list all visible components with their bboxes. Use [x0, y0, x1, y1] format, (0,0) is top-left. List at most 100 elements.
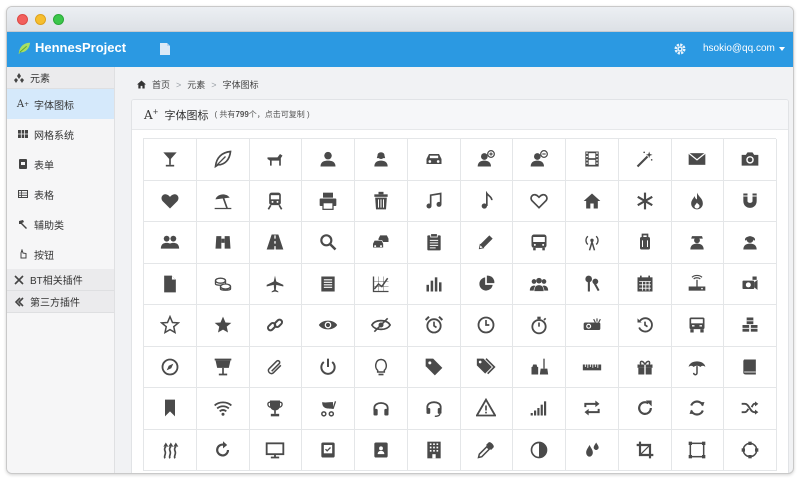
icon-cell[interactable] [513, 429, 566, 471]
icon-cell[interactable] [196, 388, 250, 430]
icon-cell[interactable] [618, 263, 672, 305]
icon-cell[interactable] [249, 346, 303, 388]
icon-cell[interactable] [566, 180, 619, 222]
icon-cell[interactable] [144, 222, 197, 264]
icon-cell[interactable] [144, 429, 197, 471]
icon-cell[interactable] [460, 180, 514, 222]
icon-cell[interactable] [302, 139, 355, 181]
icon-cell[interactable] [196, 305, 250, 347]
icon-cell[interactable] [671, 139, 725, 181]
icon-cell[interactable] [618, 305, 672, 347]
sidebar-item-helpers[interactable]: 辅助类 [7, 209, 114, 239]
icon-cell[interactable] [566, 346, 619, 388]
icon-cell[interactable] [671, 429, 725, 471]
icon-cell[interactable] [355, 180, 408, 222]
icon-cell[interactable] [724, 388, 777, 430]
icon-cell[interactable] [249, 180, 303, 222]
icon-cell[interactable] [249, 429, 303, 471]
icon-cell[interactable] [302, 429, 355, 471]
sidebar-item-buttons[interactable]: 按钮 [7, 239, 114, 269]
icon-cell[interactable] [671, 180, 725, 222]
icon-cell[interactable] [249, 305, 303, 347]
icon-cell[interactable] [566, 429, 619, 471]
icon-cell[interactable] [513, 139, 566, 181]
sidebar-group-elements[interactable]: 元素 [7, 67, 114, 89]
icon-cell[interactable] [249, 139, 303, 181]
icon-cell[interactable] [566, 222, 619, 264]
icon-cell[interactable] [196, 346, 250, 388]
close-window-button[interactable] [17, 14, 28, 25]
icon-cell[interactable] [460, 305, 514, 347]
icon-cell[interactable] [355, 305, 408, 347]
icon-cell[interactable] [144, 263, 197, 305]
icon-cell[interactable] [196, 180, 250, 222]
icon-cell[interactable] [460, 346, 514, 388]
icon-cell[interactable] [513, 263, 566, 305]
icon-cell[interactable] [724, 305, 777, 347]
icon-cell[interactable] [407, 429, 461, 471]
breadcrumb-elements[interactable]: 元素 [187, 78, 205, 91]
icon-cell[interactable] [302, 305, 355, 347]
icon-cell[interactable] [407, 180, 461, 222]
icon-cell[interactable] [618, 222, 672, 264]
icon-cell[interactable] [407, 222, 461, 264]
icon-cell[interactable] [618, 388, 672, 430]
icon-cell[interactable] [566, 263, 619, 305]
icon-cell[interactable] [407, 139, 461, 181]
icon-cell[interactable] [724, 263, 777, 305]
icon-cell[interactable] [196, 263, 250, 305]
icon-cell[interactable] [618, 346, 672, 388]
icon-cell[interactable] [460, 388, 514, 430]
icon-cell[interactable] [671, 222, 725, 264]
sidebar-group-bt[interactable]: BT相关插件 [7, 269, 114, 291]
icon-cell[interactable] [671, 263, 725, 305]
icon-cell[interactable] [407, 388, 461, 430]
icon-cell[interactable] [302, 222, 355, 264]
icon-cell[interactable] [144, 305, 197, 347]
gear-icon[interactable] [673, 42, 687, 56]
icon-cell[interactable] [355, 429, 408, 471]
icon-cell[interactable] [249, 263, 303, 305]
sidebar-item-font-icons[interactable]: A + 字体图标 [7, 89, 114, 119]
icon-cell[interactable] [724, 222, 777, 264]
icon-cell[interactable] [407, 346, 461, 388]
icon-cell[interactable] [566, 388, 619, 430]
icon-cell[interactable] [724, 180, 777, 222]
icon-cell[interactable] [355, 388, 408, 430]
icon-cell[interactable] [618, 180, 672, 222]
icon-cell[interactable] [566, 139, 619, 181]
breadcrumb-home[interactable]: 首页 [152, 78, 170, 91]
icon-cell[interactable] [196, 429, 250, 471]
icon-cell[interactable] [407, 263, 461, 305]
icon-cell[interactable] [618, 139, 672, 181]
icon-cell[interactable] [460, 139, 514, 181]
icon-cell[interactable] [355, 222, 408, 264]
sidebar-item-table[interactable]: 表格 [7, 179, 114, 209]
icon-cell[interactable] [671, 388, 725, 430]
icon-cell[interactable] [671, 305, 725, 347]
icon-cell[interactable] [460, 263, 514, 305]
icon-cell[interactable] [196, 139, 250, 181]
sidebar-group-third[interactable]: 第三方插件 [7, 291, 114, 313]
icon-cell[interactable] [460, 429, 514, 471]
icon-cell[interactable] [513, 180, 566, 222]
icon-cell[interactable] [302, 388, 355, 430]
icon-cell[interactable] [513, 388, 566, 430]
icon-cell[interactable] [355, 263, 408, 305]
icon-cell[interactable] [249, 388, 303, 430]
icon-cell[interactable] [302, 346, 355, 388]
minimize-window-button[interactable] [35, 14, 46, 25]
brand-logo[interactable]: HennesProject [17, 40, 126, 55]
icon-cell[interactable] [144, 139, 197, 181]
icon-cell[interactable] [724, 429, 777, 471]
icon-cell[interactable] [407, 305, 461, 347]
icon-cell[interactable] [144, 388, 197, 430]
icon-cell[interactable] [724, 139, 777, 181]
icon-cell[interactable] [671, 346, 725, 388]
icon-cell[interactable] [566, 305, 619, 347]
icon-cell[interactable] [355, 346, 408, 388]
sidebar-item-form[interactable]: 表单 [7, 149, 114, 179]
document-icon[interactable] [159, 42, 171, 56]
icon-cell[interactable] [618, 429, 672, 471]
icon-cell[interactable] [249, 222, 303, 264]
